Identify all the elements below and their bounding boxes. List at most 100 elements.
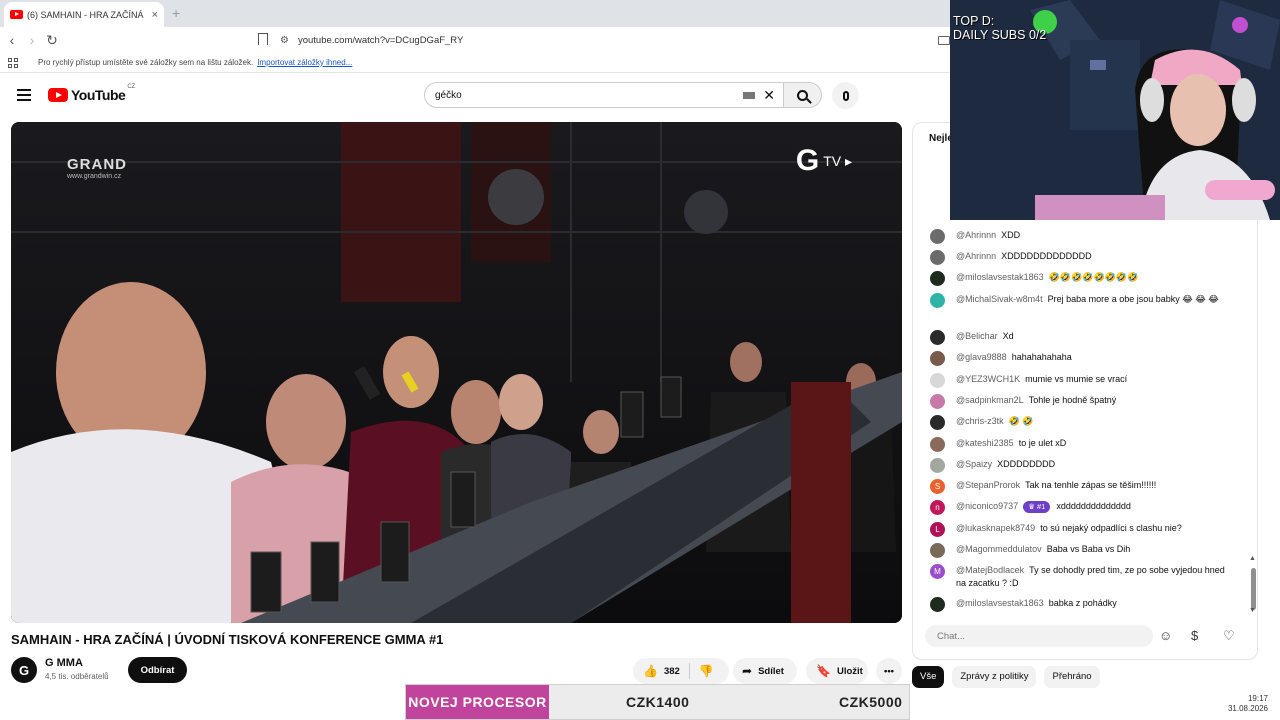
chat-text: XDDDDDDDD (997, 459, 1056, 469)
chat-avatar[interactable] (930, 543, 945, 558)
search-value: géčko (435, 89, 462, 101)
system-clock: 19:17 31.08.2026 (1227, 694, 1268, 713)
chat-author[interactable]: @StepanProrok (956, 480, 1020, 490)
cast-icon[interactable] (938, 36, 950, 45)
grand-watermark: GRAND www.grandwin.cz (67, 156, 127, 180)
chat-chip[interactable]: Vše (912, 666, 945, 688)
chat-author[interactable]: @Ahrinnn (956, 230, 996, 240)
chat-text: to je ulet xD (1018, 438, 1067, 448)
chat-author[interactable]: @Magommeddulatov (956, 544, 1042, 554)
youtube-logo[interactable]: YouTube CZ (48, 84, 136, 103)
chat-avatar[interactable] (930, 458, 945, 473)
video-player[interactable]: GRAND www.grandwin.cz G TV ▸ (11, 122, 902, 623)
chat-text: 🤣🤣🤣🤣🤣🤣🤣🤣 (1048, 272, 1139, 282)
save-icon: 🔖 (816, 664, 831, 678)
search-button[interactable] (784, 82, 822, 108)
more-icon: ••• (884, 665, 894, 677)
chat-avatar[interactable] (930, 330, 945, 345)
chat-author[interactable]: @Spaizy (956, 459, 992, 469)
share-button[interactable]: ➦ Sdílet (733, 658, 797, 684)
dislike-icon[interactable]: 👎 (699, 664, 714, 678)
voice-search-button[interactable] (832, 82, 859, 109)
chat-avatar[interactable] (930, 597, 945, 612)
scroll-down-icon[interactable]: ▼ (1249, 607, 1256, 614)
chat-avatar[interactable] (930, 373, 945, 388)
like-count[interactable]: 382 (664, 666, 680, 677)
chat-author[interactable]: @MatejBodlacek (956, 565, 1024, 575)
chat-avatar[interactable]: L (930, 522, 945, 537)
youtube-wordmark: YouTube (71, 87, 126, 103)
import-bookmarks-link[interactable]: Importovat záložky ihned... (257, 58, 352, 67)
chat-message: @Belichar Xd (930, 330, 1235, 345)
chat-avatar[interactable]: n (930, 500, 945, 515)
chat-author[interactable]: @chris-z3tk (956, 416, 1004, 426)
chat-text: Tohle je hodně špatný (1028, 395, 1117, 405)
chat-author[interactable]: @miloslavsestak1863 (956, 272, 1044, 282)
chat-avatar[interactable] (930, 437, 945, 452)
stream-ticker: NOVEJ PROCESOR CZK1400 CZK5000 (405, 684, 910, 720)
chat-input[interactable]: Chat... (925, 625, 1153, 647)
apps-icon[interactable] (8, 57, 18, 68)
save-button[interactable]: 🔖 Uložit (806, 658, 868, 684)
ticker-promo: NOVEJ PROCESOR (406, 685, 549, 719)
chat-message: n @niconico9737 ♛ #1 xdddddddddddddd (930, 500, 1235, 515)
chat-author[interactable]: @lukasknapek8749 (956, 523, 1035, 533)
close-tab-icon[interactable]: × (152, 9, 158, 21)
chat-author[interactable]: @miloslavsestak1863 (956, 598, 1044, 608)
like-icon[interactable]: 👍 (643, 664, 658, 678)
browser-tab[interactable]: (6) SAMHAIN - HRA ZAČÍNÁ × (4, 2, 164, 27)
video-frame (11, 122, 902, 623)
keyboard-icon[interactable] (743, 91, 756, 99)
chat-avatar[interactable] (930, 250, 945, 265)
chat-author[interactable]: @Belichar (956, 331, 998, 341)
super-chat-icon[interactable]: $ (1191, 628, 1198, 643)
chat-avatar[interactable]: S (930, 479, 945, 494)
chat-avatar[interactable]: M (930, 564, 945, 579)
streamer-webcam: TOP D: DAILY SUBS 0/2 (950, 0, 1280, 220)
chat-avatar[interactable] (930, 415, 945, 430)
bookmark-icon[interactable] (258, 33, 268, 45)
emoji-icon[interactable]: ☺ (1159, 628, 1172, 643)
subscribe-button[interactable]: Odbírat (128, 657, 187, 683)
chat-message: @Ahrinnn XDD (930, 229, 1235, 244)
channel-name[interactable]: G MMA (45, 657, 83, 669)
tab-title: (6) SAMHAIN - HRA ZAČÍNÁ (27, 9, 144, 20)
chat-avatar[interactable] (930, 271, 945, 286)
site-info-icon[interactable]: ⚙ (280, 35, 289, 46)
chat-author[interactable]: @glava9888 (956, 352, 1007, 362)
chat-chip[interactable]: Zprávy z politiky (952, 666, 1037, 688)
chat-author[interactable]: @niconico9737 (956, 501, 1018, 511)
forward-icon[interactable]: › (22, 32, 42, 48)
menu-icon[interactable] (17, 89, 31, 101)
chat-author[interactable]: @sadpinkman2L (956, 395, 1024, 405)
chat-author[interactable]: @Ahrinnn (956, 251, 996, 261)
back-icon[interactable]: ‹ (2, 32, 22, 48)
chat-author[interactable]: @MichalSivak-w8m4t (956, 294, 1043, 304)
member-badge: ♛ #1 (1023, 501, 1051, 513)
new-tab-icon[interactable]: + (172, 5, 180, 21)
chat-author[interactable]: @YEZ3WCH1K (956, 374, 1020, 384)
chat-message: @kateshi2385 to je ulet xD (930, 437, 1235, 452)
heart-icon[interactable]: ♡ (1223, 628, 1235, 644)
chat-avatar[interactable] (930, 293, 945, 308)
chat-text: to sú nejaký odpadlíci s clashu nie? (1040, 523, 1182, 533)
chat-author[interactable]: @kateshi2385 (956, 438, 1014, 448)
chat-message: @sadpinkman2L Tohle je hodně špatný (930, 394, 1235, 409)
chat-avatar[interactable] (930, 229, 945, 244)
chat-chip[interactable]: Přehráno (1044, 666, 1100, 688)
region-code: CZ (127, 84, 136, 90)
reload-icon[interactable]: ↻ (42, 32, 62, 49)
chat-text: Tak na tenhle zápas se těšim!!!!!! (1025, 480, 1157, 490)
microphone-icon (842, 90, 849, 101)
more-actions-button[interactable]: ••• (876, 658, 902, 684)
search-input[interactable]: géčko ✕ (424, 82, 784, 108)
chat-scrollbar-thumb[interactable] (1251, 568, 1256, 610)
chat-avatar[interactable] (930, 351, 945, 366)
chat-message: @Magommeddulatov Baba vs Baba vs Dih (930, 543, 1235, 558)
clear-search-icon[interactable]: ✕ (763, 87, 775, 104)
channel-avatar[interactable]: G (11, 657, 37, 683)
browser-tabstrip: (6) SAMHAIN - HRA ZAČÍNÁ × + (0, 0, 950, 27)
chat-avatar[interactable] (930, 394, 945, 409)
scroll-up-icon[interactable]: ▲ (1249, 555, 1256, 562)
url-field[interactable]: ⚙ youtube.com/watch?v=DCugDGaF_RY (280, 31, 463, 49)
